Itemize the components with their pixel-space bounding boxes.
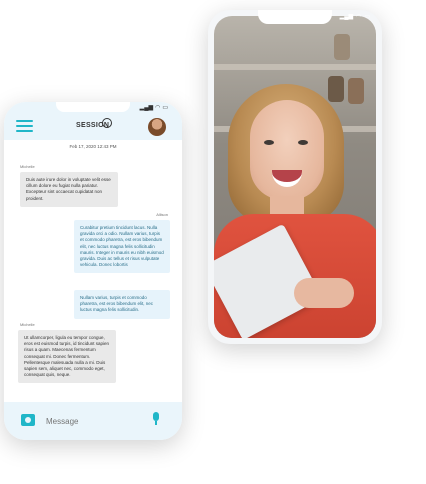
hamburger-menu-icon[interactable] <box>16 120 33 132</box>
wifi-icon: ◠ <box>356 14 362 20</box>
message-text: Curabitur pretium tincidunt lacus. Nulla… <box>80 225 164 268</box>
message-bubble: Duis aute irure dolor in voluptate velit… <box>20 172 118 207</box>
shelf <box>214 64 376 70</box>
jar <box>334 34 350 60</box>
message-sender: Michelle <box>20 164 35 169</box>
logo-mark-icon <box>102 118 112 128</box>
message-bubble: Nullam varius, turpis et commodo pharetr… <box>74 290 170 319</box>
message-sender: Allison <box>156 212 168 217</box>
message-text: Nullam varius, turpis et commodo pharetr… <box>80 295 154 313</box>
message-sender: Michelle <box>20 322 35 327</box>
signal-icon: ▂▄▆ <box>339 14 354 20</box>
eye <box>264 140 274 145</box>
status-bar: ▂▄▆ ◠ ▭ <box>140 104 168 111</box>
video-feed <box>214 16 376 338</box>
message-text: Duis aute irure dolor in voluptate velit… <box>26 177 111 201</box>
chat-date: Feb 17, 2020 12:43 PM <box>69 144 117 149</box>
phone-notch <box>258 10 332 24</box>
jar <box>348 78 364 104</box>
battery-icon: ▭ <box>162 105 168 111</box>
avatar[interactable] <box>148 118 166 136</box>
status-bar: ▂▄▆ ◠ ▭ <box>340 13 370 20</box>
message-input[interactable] <box>40 410 160 432</box>
chat-header: ▂▄▆ ◠ ▭ SESSION <box>4 102 182 140</box>
battery-icon: ▭ <box>364 14 370 20</box>
hand <box>294 278 354 308</box>
message-bubble: Ut ullamcorper, ligula eu tempor congue,… <box>18 330 116 384</box>
message-input-bar <box>4 402 182 440</box>
chat-phone: ▂▄▆ ◠ ▭ SESSION Feb 17, 2020 12:43 PM Mi… <box>4 102 182 440</box>
signal-icon: ▂▄▆ <box>139 105 154 111</box>
jar <box>328 76 344 102</box>
message-text: Ut ullamcorper, ligula eu tempor congue,… <box>24 335 110 378</box>
message-bubble: Curabitur pretium tincidunt lacus. Nulla… <box>74 220 170 274</box>
wifi-icon: ◠ <box>155 105 161 111</box>
microphone-icon[interactable] <box>152 412 160 426</box>
video-call-phone: ▂▄▆ ◠ ▭ <box>208 10 382 344</box>
phone-notch <box>56 102 130 112</box>
camera-icon[interactable] <box>21 414 35 426</box>
eye <box>298 140 308 145</box>
